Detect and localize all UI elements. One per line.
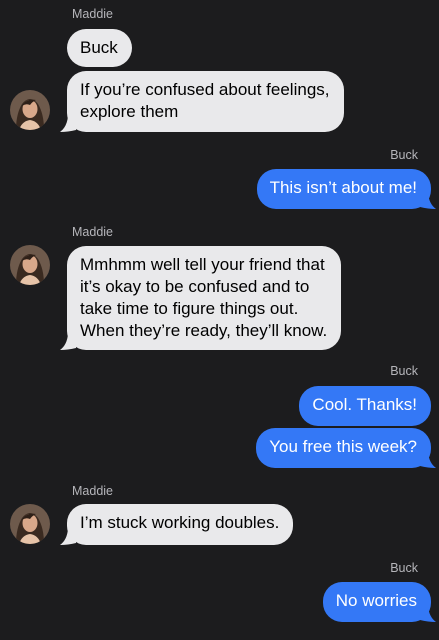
avatar-icon: [10, 504, 50, 544]
message-bubble-outgoing[interactable]: No worries: [322, 582, 431, 622]
message-text-line: If you’re confused about feelings,: [80, 80, 330, 99]
contact-avatar[interactable]: [10, 90, 50, 130]
bubble-tail-icon: [420, 193, 436, 209]
message-text: No worries: [335, 591, 417, 610]
message-text-line: take time to figure things out.: [80, 299, 299, 318]
avatar-icon: [10, 245, 50, 285]
message-text-line: Mmhmm well tell your friend that: [80, 255, 325, 274]
bubble-tail-icon: [60, 529, 76, 545]
message-text: Buck: [80, 38, 118, 57]
message-bubble-incoming[interactable]: I’m stuck working doubles.: [67, 504, 294, 545]
sender-name-maddie: Maddie: [72, 484, 113, 498]
bubble-tail-icon: [60, 334, 76, 350]
sender-name-buck: Buck: [390, 148, 418, 162]
sender-name-maddie: Maddie: [72, 7, 113, 21]
message-bubble-outgoing[interactable]: You free this week?: [256, 428, 431, 468]
message-text: You free this week?: [269, 437, 417, 456]
contact-avatar[interactable]: [10, 504, 50, 544]
message-bubble-incoming[interactable]: Buck: [67, 29, 132, 67]
message-bubble-outgoing[interactable]: Cool. Thanks!: [299, 386, 431, 426]
sender-name-maddie: Maddie: [72, 225, 113, 239]
message-text-line: explore them: [80, 102, 179, 121]
sender-name-buck: Buck: [390, 561, 418, 575]
message-text: Cool. Thanks!: [312, 395, 417, 414]
contact-avatar[interactable]: [10, 245, 50, 285]
message-bubble-incoming[interactable]: If you’re confused about feelings, explo…: [67, 71, 344, 132]
bubble-tail-icon: [420, 452, 436, 468]
bubble-tail-icon: [420, 606, 436, 622]
avatar-icon: [10, 90, 50, 130]
bubble-tail-icon: [60, 116, 76, 132]
message-text: This isn’t about me!: [269, 178, 417, 197]
sender-name-buck: Buck: [390, 364, 418, 378]
message-text-line: When they’re ready, they’ll know.: [80, 321, 328, 340]
message-text-line: it’s okay to be confused and to: [80, 277, 310, 296]
message-bubble-incoming[interactable]: Mmhmm well tell your friend that it’s ok…: [67, 246, 342, 350]
message-bubble-outgoing[interactable]: This isn’t about me!: [256, 169, 431, 209]
message-text: I’m stuck working doubles.: [80, 513, 280, 532]
conversation-view: { "conversation": { "messages": [ {"send…: [0, 0, 439, 640]
